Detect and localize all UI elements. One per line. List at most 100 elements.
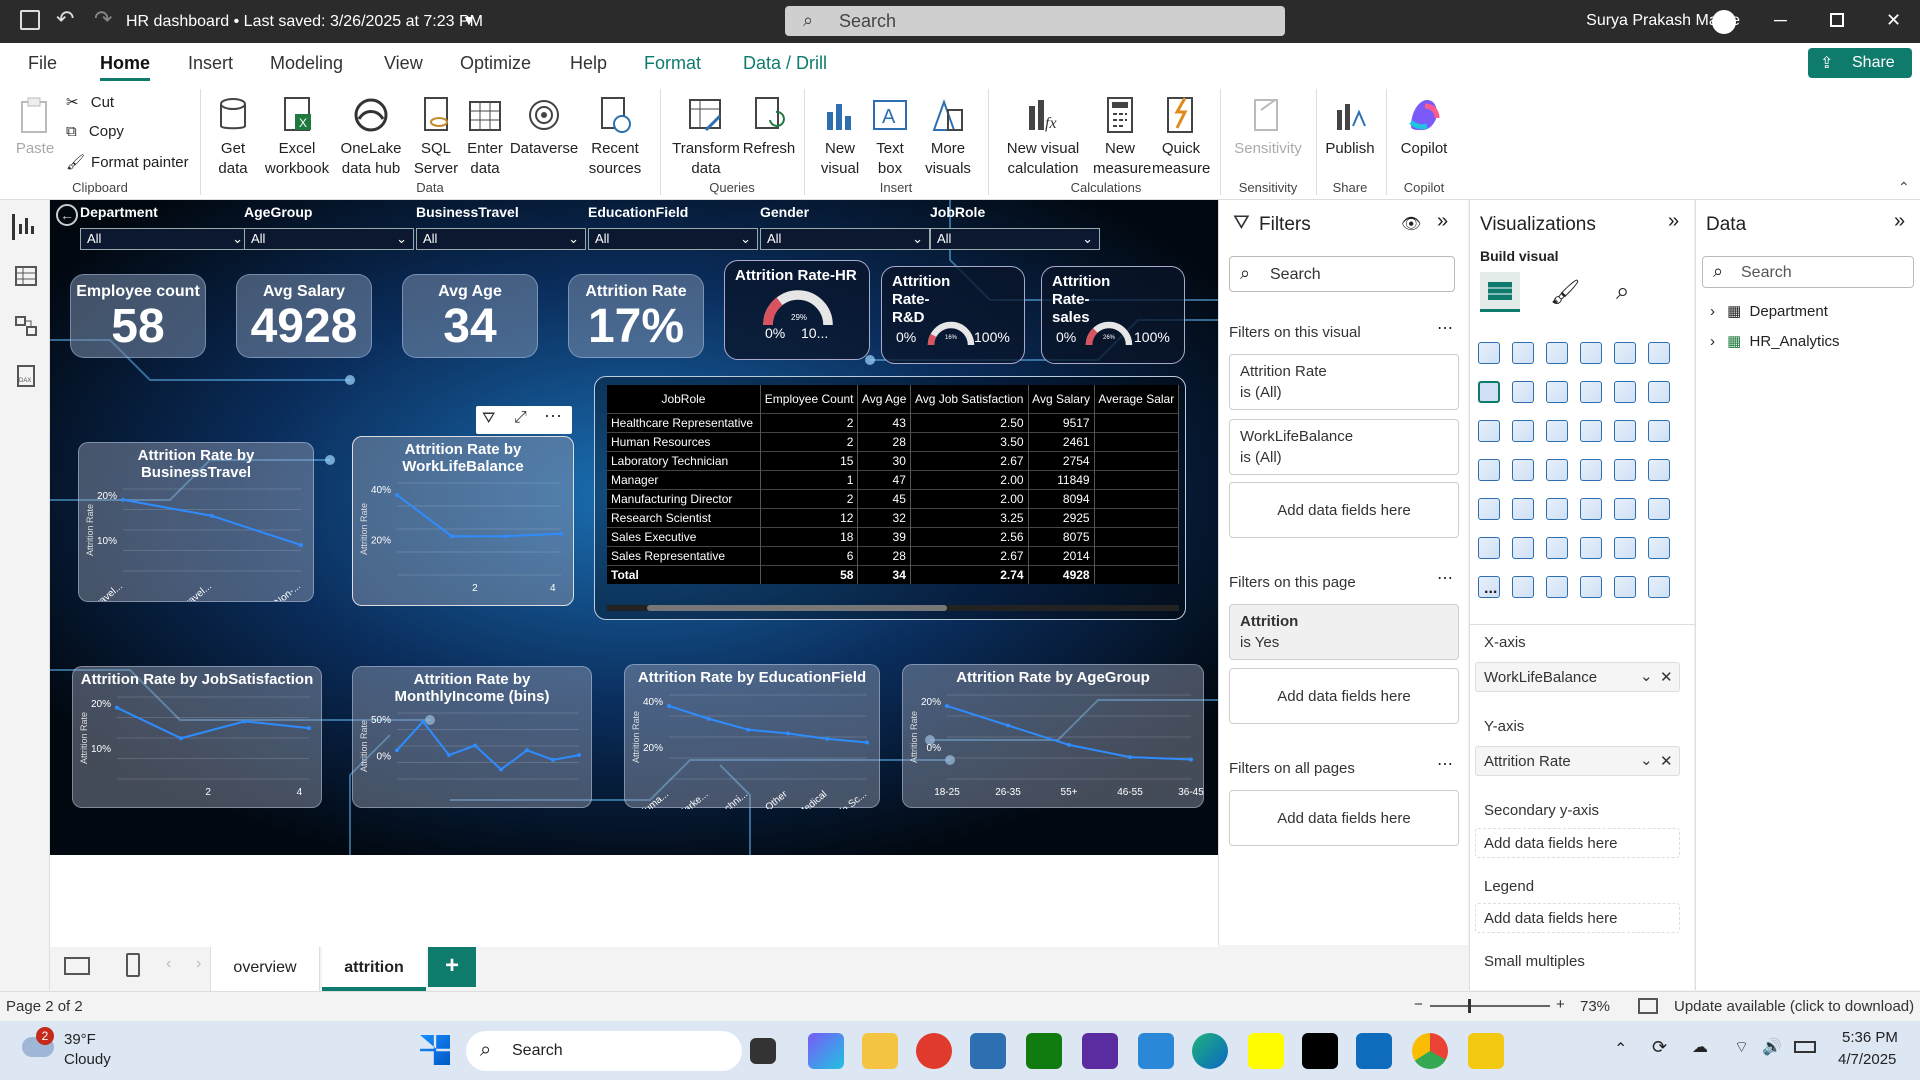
matrix-icon[interactable]	[1614, 498, 1636, 520]
data-point[interactable]	[706, 716, 711, 721]
line-stacked-column-icon[interactable]	[1614, 381, 1636, 403]
get-data-button[interactable]: Get data	[208, 95, 258, 179]
filter-icon[interactable]: ⛛	[482, 410, 495, 428]
decomposition-tree-icon[interactable]	[1546, 537, 1568, 559]
zoom-thumb[interactable]	[1468, 999, 1471, 1013]
table-total-row[interactable]: Total 58 34 2.74 4928	[607, 564, 1180, 584]
data-point[interactable]	[473, 743, 477, 748]
menu-insert[interactable]: Insert	[188, 53, 233, 74]
slicer-dropdown[interactable]: All ⌄	[416, 228, 586, 250]
sync-icon[interactable]: ⟳	[1652, 1037, 1667, 1058]
sensitivity-button[interactable]: Sensitivity	[1226, 95, 1310, 159]
xbox-icon[interactable]	[1026, 1033, 1062, 1069]
data-point[interactable]	[865, 740, 869, 745]
more-options-icon[interactable]: ⋯	[1437, 568, 1453, 588]
data-point[interactable]	[1006, 723, 1010, 728]
key-influencers-icon[interactable]	[1512, 537, 1534, 559]
snapchat-icon[interactable]	[1248, 1033, 1284, 1069]
mobile-layout-icon[interactable]	[126, 953, 140, 977]
100-bar-chart-icon[interactable]	[1614, 342, 1636, 364]
more-options-icon[interactable]: ⋯	[1437, 754, 1453, 774]
ribbon-chart-icon[interactable]	[1478, 420, 1500, 442]
snipping-tool-icon[interactable]	[1138, 1033, 1174, 1069]
zoom-out-icon[interactable]: −	[1414, 996, 1423, 1013]
chevron-down-icon[interactable]: ⌄	[1640, 667, 1653, 685]
report-view-icon[interactable]	[12, 214, 38, 240]
data-point[interactable]	[746, 727, 751, 732]
data-point[interactable]	[1128, 755, 1132, 760]
secondary-yaxis-well[interactable]: Add data fields here	[1475, 828, 1680, 858]
menu-data-drill[interactable]: Data / Drill	[743, 53, 827, 74]
update-available-link[interactable]: Update available (click to download)	[1674, 998, 1914, 1015]
wifi-icon[interactable]: ⌔	[1734, 1037, 1749, 1057]
table-row[interactable]: Manager 1 47 2.00 11849	[607, 469, 1180, 489]
qa-icon[interactable]	[1580, 537, 1602, 559]
kpi-attrition-rate[interactable]: Attrition Rate 17%	[568, 274, 704, 358]
data-point[interactable]	[115, 705, 119, 710]
ms-store-icon[interactable]	[970, 1033, 1006, 1069]
100-area-chart-icon[interactable]	[1580, 381, 1602, 403]
card-new-icon[interactable]	[1512, 576, 1534, 598]
table-row[interactable]: Human Resources 2 28 3.50 2461	[607, 431, 1180, 451]
table-row[interactable]: Manufacturing Director 2 45 2.00 8094	[607, 488, 1180, 508]
data-point[interactable]	[525, 748, 529, 753]
data-point[interactable]	[551, 757, 555, 762]
new-visual-button[interactable]: New visual	[812, 95, 868, 179]
table-header-cell[interactable]: Avg Salary	[1028, 385, 1095, 413]
scatter-chart-icon[interactable]	[1580, 420, 1602, 442]
show-hidden-icons[interactable]: ⌃	[1614, 1039, 1627, 1059]
avatar[interactable]	[1712, 10, 1736, 34]
gauge-icon[interactable]	[1614, 459, 1636, 481]
add-visual-filter-field[interactable]: Add data fields here	[1229, 482, 1459, 538]
scrollbar-thumb[interactable]	[647, 605, 947, 611]
remove-field-icon[interactable]: ✕	[1660, 752, 1673, 770]
table-row[interactable]: Sales Executive 18 39 2.56 8075	[607, 526, 1180, 546]
table-header-cell[interactable]: Avg Job Satisfaction	[910, 385, 1029, 413]
enter-data-button[interactable]: Enter data	[462, 95, 508, 179]
data-search[interactable]: ⌕ Search	[1702, 256, 1914, 288]
text-box-button[interactable]: A Text box	[866, 95, 914, 179]
chrome-icon[interactable]	[1412, 1033, 1448, 1069]
menu-optimize[interactable]: Optimize	[460, 53, 531, 74]
desktop-layout-icon[interactable]	[64, 957, 90, 975]
cut-button[interactable]: ✂ Cut	[66, 93, 114, 111]
data-table-hr-analytics[interactable]: › ▦ HR_Analytics	[1710, 332, 1840, 350]
taskbar-search[interactable]: ⌕ Search	[466, 1031, 742, 1071]
data-point[interactable]	[299, 543, 303, 548]
funnel-icon[interactable]	[1546, 420, 1568, 442]
data-table-department[interactable]: › ▦ Department	[1710, 302, 1828, 320]
filter-card-worklifebalance[interactable]: WorkLifeBalance is (All)	[1229, 419, 1459, 475]
dax-query-view-icon[interactable]: DAX	[14, 364, 38, 393]
table-icon[interactable]	[1580, 498, 1602, 520]
model-view-icon[interactable]	[14, 314, 38, 343]
multi-row-card-icon[interactable]	[1478, 498, 1500, 520]
data-point[interactable]	[945, 703, 949, 708]
table-row[interactable]: Healthcare Representative 2 43 2.50 9517	[607, 412, 1180, 432]
excel-workbook-button[interactable]: X Excel workbook	[262, 95, 332, 179]
data-point[interactable]	[577, 753, 581, 758]
table-header-cell[interactable]: Avg Age	[857, 385, 911, 413]
r-visual-icon[interactable]	[1648, 498, 1670, 520]
line-clustered-column-icon[interactable]	[1648, 381, 1670, 403]
task-view-icon[interactable]	[750, 1038, 776, 1064]
filters-search[interactable]: ⌕ Search	[1229, 256, 1455, 292]
power-bi-icon[interactable]	[1468, 1033, 1504, 1069]
paste-button[interactable]: Paste	[10, 95, 60, 159]
xaxis-well[interactable]: WorkLifeBalance ⌄ ✕	[1475, 662, 1680, 692]
slicer-agegroup[interactable]: AgeGroup All ⌄	[244, 204, 414, 250]
maximize-icon[interactable]	[1830, 13, 1844, 27]
slicer-department[interactable]: Department All ⌄	[80, 204, 250, 250]
sql-server-button[interactable]: SQL Server	[410, 95, 462, 179]
pie-chart-icon[interactable]	[1614, 420, 1636, 442]
data-point[interactable]	[667, 703, 671, 708]
smart-narrative-icon[interactable]	[1614, 537, 1636, 559]
clock-date[interactable]: 4/7/2025	[1838, 1051, 1896, 1068]
collapse-filters-icon[interactable]: »	[1437, 210, 1448, 233]
stacked-bar-chart-icon[interactable]	[1478, 342, 1500, 364]
prev-page-icon[interactable]: ‹	[166, 955, 171, 973]
stacked-column-chart-icon[interactable]	[1512, 342, 1534, 364]
yaxis-well[interactable]: Attrition Rate ⌄ ✕	[1475, 746, 1680, 776]
copilot-app-icon[interactable]	[808, 1033, 844, 1069]
collapse-ribbon-icon[interactable]: ⌃	[1898, 179, 1910, 196]
100-column-chart-icon[interactable]	[1648, 342, 1670, 364]
